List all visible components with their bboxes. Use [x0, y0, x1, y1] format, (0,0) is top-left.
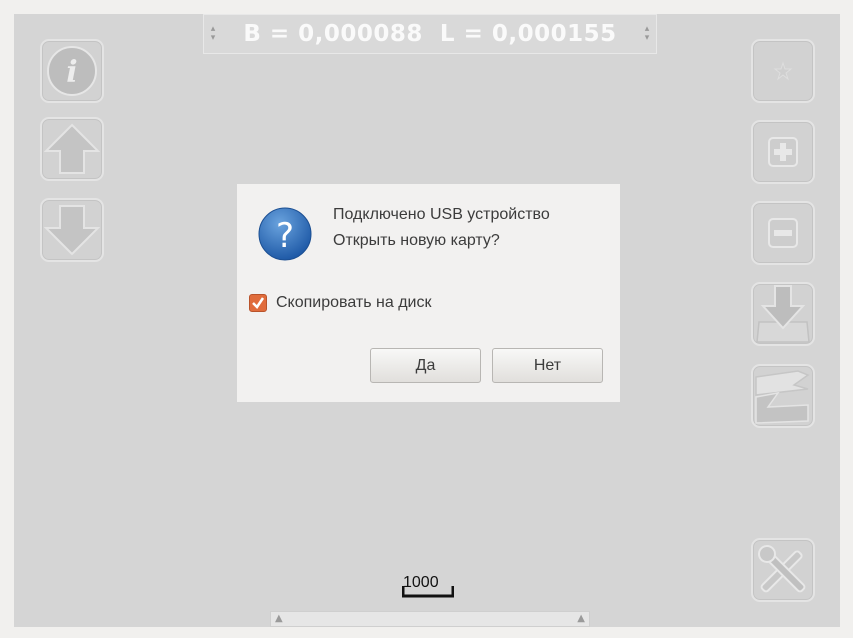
coordinates-display[interactable]: ▴ ▾ B = 0,000088 L = 0,000155 ▴ ▾: [203, 14, 657, 54]
yes-button[interactable]: Да: [370, 348, 481, 383]
question-icon: ?: [258, 207, 312, 261]
checkmark-icon: [252, 297, 265, 309]
horizontal-scrollbar[interactable]: ▲ ▲: [270, 611, 590, 627]
plus-icon: [768, 137, 798, 167]
copy-to-disk-option[interactable]: Скопировать на диск: [249, 294, 431, 312]
minus-icon: [768, 218, 798, 248]
info-button[interactable]: i: [40, 39, 104, 103]
download-icon: [756, 285, 810, 343]
scale-bar-icon: [402, 586, 454, 598]
arrow-down-button[interactable]: [40, 198, 104, 262]
copy-to-disk-label: Скопировать на диск: [276, 294, 432, 311]
star-icon: [773, 61, 793, 81]
tools-icon: [758, 545, 806, 593]
star-button[interactable]: [751, 39, 815, 103]
dialog-message-line2: Открыть новую карту?: [333, 232, 500, 249]
download-map-button[interactable]: [751, 282, 815, 346]
scroll-right-icon[interactable]: ▲: [577, 613, 585, 624]
svg-text:?: ?: [276, 216, 294, 256]
arrow-down-icon: [44, 205, 100, 256]
zoom-in-button[interactable]: [751, 120, 815, 184]
usb-connect-dialog: ? Подключено USB устройство Открыть нову…: [237, 184, 620, 402]
dialog-message-line1: Подключено USB устройство: [333, 206, 550, 223]
spin-arrows-icon[interactable]: ▴ ▾: [208, 25, 218, 45]
zoom-out-button[interactable]: [751, 201, 815, 265]
layers-icon: [755, 370, 810, 424]
arrow-up-button[interactable]: [40, 117, 104, 181]
svg-text:i: i: [66, 55, 77, 90]
layers-button[interactable]: [751, 364, 815, 428]
settings-tools-button[interactable]: [751, 538, 815, 602]
dialog-message: Подключено USB устройство Открыть новую …: [333, 202, 550, 254]
no-button[interactable]: Нет: [492, 348, 603, 383]
arrow-up-icon: [44, 123, 100, 174]
copy-to-disk-checkbox[interactable]: [249, 294, 267, 312]
spin-arrows-icon[interactable]: ▴ ▾: [642, 25, 652, 45]
coordinates-text: B = 0,000088 L = 0,000155: [243, 21, 617, 47]
info-icon: i: [47, 46, 97, 96]
scroll-left-icon[interactable]: ▲: [275, 613, 283, 624]
